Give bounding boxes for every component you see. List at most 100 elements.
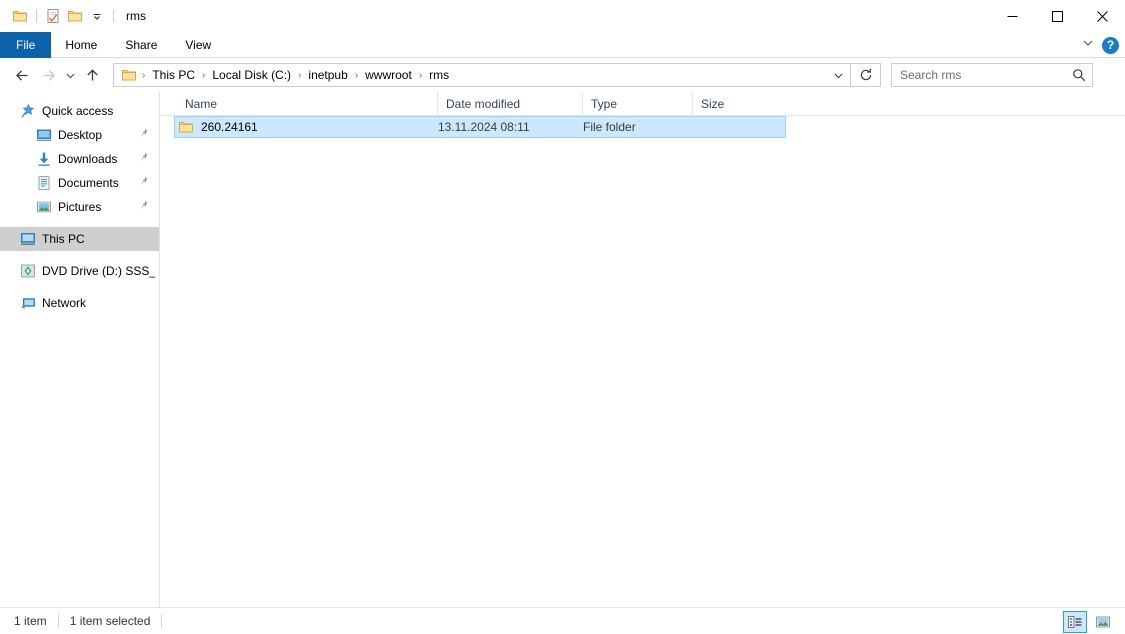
- file-explorer-window: rms File Home Share View ? › This PC › L…: [0, 0, 1125, 634]
- pin-icon[interactable]: [137, 127, 151, 141]
- window-controls: [990, 0, 1125, 32]
- sidebar-item-this-pc[interactable]: This PC: [0, 227, 159, 251]
- chevron-down-icon[interactable]: [1082, 36, 1094, 54]
- recent-locations-button[interactable]: [61, 62, 79, 88]
- help-icon[interactable]: ?: [1102, 36, 1119, 54]
- column-header-size[interactable]: Size: [692, 92, 765, 115]
- forward-button[interactable]: [35, 62, 61, 88]
- column-header-label: Name: [185, 96, 218, 111]
- tab-home[interactable]: Home: [51, 32, 111, 58]
- sidebar-item-label: Network: [42, 296, 87, 310]
- sidebar-item-label: Quick access: [42, 104, 114, 118]
- navigation-pane: Quick access Desktop Downloads Documents…: [0, 92, 160, 607]
- search-icon[interactable]: [1072, 68, 1086, 82]
- status-divider-2: [161, 614, 163, 628]
- pin-icon[interactable]: [137, 151, 151, 165]
- table-row[interactable]: 260.24161 13.11.2024 08:11 File folder: [174, 116, 786, 138]
- breadcrumb-separator-3[interactable]: ›: [352, 65, 361, 85]
- tab-share[interactable]: Share: [111, 32, 171, 58]
- search-input[interactable]: [900, 68, 1072, 82]
- star-pin-icon: [20, 103, 36, 119]
- maximize-button[interactable]: [1035, 0, 1080, 32]
- folder-icon: [178, 119, 194, 135]
- title-bar: rms: [0, 0, 1125, 32]
- pictures-icon: [36, 199, 52, 215]
- close-button[interactable]: [1080, 0, 1125, 32]
- column-header-date-modified[interactable]: Date modified: [437, 92, 582, 115]
- ribbon-right-controls: ?: [1082, 32, 1119, 58]
- sidebar-item-desktop[interactable]: Desktop: [0, 123, 159, 147]
- this-pc-icon: [20, 231, 36, 247]
- breadcrumb-item-rms[interactable]: rms: [425, 65, 453, 85]
- sidebar-item-label: Desktop: [58, 128, 103, 142]
- file-size-cell: [693, 117, 766, 137]
- network-icon: [20, 295, 36, 311]
- status-bar: 1 item 1 item selected: [0, 607, 1125, 634]
- column-header-label: Type: [591, 96, 618, 111]
- large-icons-view-button[interactable]: [1091, 611, 1115, 633]
- ribbon-tabs: File Home Share View ?: [0, 32, 1125, 58]
- column-header-label: Date modified: [446, 96, 521, 111]
- breadcrumb-item-inetpub[interactable]: inetpub: [304, 65, 351, 85]
- column-header-type[interactable]: Type: [582, 92, 692, 115]
- column-headers: ˄ Name Date modified Type Size: [160, 92, 1125, 116]
- sidebar-item-quick-access[interactable]: Quick access: [0, 99, 159, 123]
- new-folder-icon[interactable]: [64, 5, 86, 27]
- file-rows: 260.24161 13.11.2024 08:11 File folder: [160, 116, 1125, 138]
- sidebar-item-label: DVD Drive (D:) SSS_X6: [42, 264, 155, 278]
- toolbar-divider-2: [113, 9, 114, 23]
- breadcrumb-item-local-disk[interactable]: Local Disk (C:): [208, 65, 295, 85]
- sidebar-item-label: Downloads: [58, 152, 118, 166]
- file-name-label: 260.24161: [201, 120, 258, 134]
- breadcrumb-separator-0[interactable]: ›: [139, 65, 148, 85]
- pin-icon[interactable]: [137, 175, 151, 189]
- search-box[interactable]: [891, 63, 1093, 87]
- up-button[interactable]: [79, 62, 105, 88]
- file-date-cell: 13.11.2024 08:11: [438, 120, 530, 134]
- tab-view[interactable]: View: [171, 32, 225, 58]
- file-name-cell: 260.24161: [175, 117, 438, 137]
- minimize-button[interactable]: [990, 0, 1035, 32]
- documents-icon: [36, 175, 52, 191]
- column-header-label: Size: [701, 96, 725, 111]
- breadcrumb-item-wwwroot[interactable]: wwwroot: [361, 65, 416, 85]
- properties-icon[interactable]: [42, 5, 64, 27]
- selection-count-label: 1 item selected: [69, 614, 151, 628]
- refresh-button[interactable]: [851, 63, 881, 87]
- sidebar-item-dvd-drive[interactable]: DVD Drive (D:) SSS_X6: [0, 259, 159, 283]
- sidebar-item-downloads[interactable]: Downloads: [0, 147, 159, 171]
- sidebar-item-documents[interactable]: Documents: [0, 171, 159, 195]
- breadcrumb-item-this-pc[interactable]: This PC: [148, 65, 199, 85]
- chevron-down-icon[interactable]: [826, 64, 850, 86]
- chevron-down-icon[interactable]: [86, 5, 108, 27]
- breadcrumb[interactable]: › This PC › Local Disk (C:) › inetpub › …: [113, 63, 851, 87]
- file-list-pane: ˄ Name Date modified Type Size: [160, 92, 1125, 607]
- details-view-button[interactable]: [1063, 610, 1087, 633]
- desktop-icon: [36, 127, 52, 143]
- sidebar-item-pictures[interactable]: Pictures: [0, 195, 159, 219]
- back-button[interactable]: [9, 62, 35, 88]
- dvd-drive-icon: [20, 263, 36, 279]
- folder-icon: [121, 67, 137, 83]
- item-count-label: 1 item: [14, 614, 47, 628]
- view-toggle-group: [1063, 608, 1115, 634]
- quick-access-toolbar: rms: [0, 0, 146, 32]
- downloads-icon: [36, 151, 52, 167]
- column-header-name[interactable]: ˄ Name: [177, 92, 437, 115]
- window-title: rms: [126, 9, 146, 23]
- sidebar-item-network[interactable]: Network: [0, 291, 159, 315]
- tab-file[interactable]: File: [0, 32, 52, 58]
- sidebar-item-label: Pictures: [58, 200, 102, 214]
- breadcrumb-separator-4[interactable]: ›: [416, 65, 425, 85]
- pin-icon[interactable]: [137, 199, 151, 213]
- folder-icon[interactable]: [9, 5, 31, 27]
- breadcrumb-separator-2[interactable]: ›: [295, 65, 304, 85]
- breadcrumb-separator-1[interactable]: ›: [199, 65, 208, 85]
- file-type-cell: File folder: [583, 120, 636, 134]
- main-area: Quick access Desktop Downloads Documents…: [0, 92, 1125, 607]
- address-bar: › This PC › Local Disk (C:) › inetpub › …: [0, 59, 1125, 91]
- toolbar-divider: [36, 9, 37, 23]
